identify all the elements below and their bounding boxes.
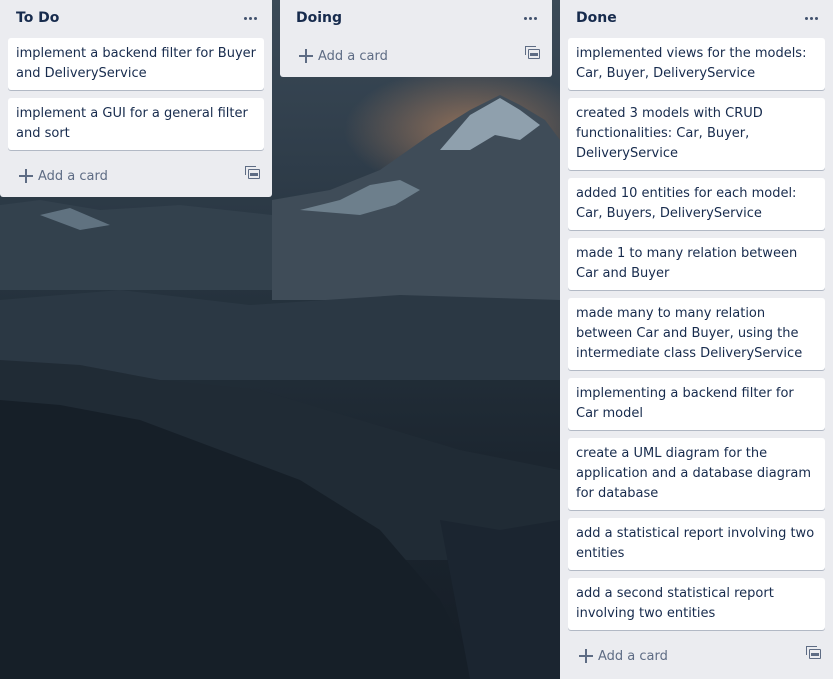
card-list: implemented views for the models: Car, B… — [560, 38, 833, 630]
plus-icon — [299, 49, 313, 63]
more-icon — [804, 16, 818, 20]
add-card-label: Add a card — [38, 168, 108, 184]
add-card-button[interactable]: Add a card — [568, 642, 825, 670]
list-todo: To Do implement a backend filter for Buy… — [0, 0, 272, 197]
list-menu-button[interactable] — [238, 6, 262, 30]
list-done: Done implemented views for the models: C… — [560, 0, 833, 679]
card[interactable]: add a second statistical report involvin… — [568, 578, 825, 630]
add-card-label: Add a card — [598, 648, 668, 664]
card[interactable]: added 10 entities for each model: Car, B… — [568, 178, 825, 230]
card[interactable]: made 1 to many relation between Car and … — [568, 238, 825, 290]
card[interactable]: implemented views for the models: Car, B… — [568, 38, 825, 90]
add-card-label: Add a card — [318, 48, 388, 64]
card[interactable]: made many to many relation between Car a… — [568, 298, 825, 370]
add-card-button[interactable]: Add a card — [288, 42, 544, 70]
card-list: implement a backend filter for Buyer and… — [0, 38, 272, 150]
list-header: Doing — [280, 0, 552, 38]
list-title[interactable]: Done — [576, 10, 617, 26]
card[interactable]: implementing a backend filter for Car mo… — [568, 378, 825, 430]
list-header: Done — [560, 0, 833, 38]
card[interactable]: implement a GUI for a general filter and… — [8, 98, 264, 150]
list-title[interactable]: Doing — [296, 10, 342, 26]
list-header: To Do — [0, 0, 272, 38]
plus-icon — [19, 169, 33, 183]
card[interactable]: add a statistical report involving two e… — [568, 518, 825, 570]
add-card-button[interactable]: Add a card — [8, 162, 264, 190]
list-title[interactable]: To Do — [16, 10, 59, 26]
card-template-icon[interactable] — [806, 646, 821, 659]
more-icon — [243, 16, 257, 20]
card-template-icon[interactable] — [525, 46, 540, 59]
list-doing: Doing Add a card — [280, 0, 552, 77]
card[interactable]: created 3 models with CRUD functionaliti… — [568, 98, 825, 170]
list-menu-button[interactable] — [518, 6, 542, 30]
more-icon — [523, 16, 537, 20]
card-template-icon[interactable] — [245, 166, 260, 179]
card[interactable]: create a UML diagram for the application… — [568, 438, 825, 510]
card[interactable]: implement a backend filter for Buyer and… — [8, 38, 264, 90]
plus-icon — [579, 649, 593, 663]
list-menu-button[interactable] — [799, 6, 823, 30]
